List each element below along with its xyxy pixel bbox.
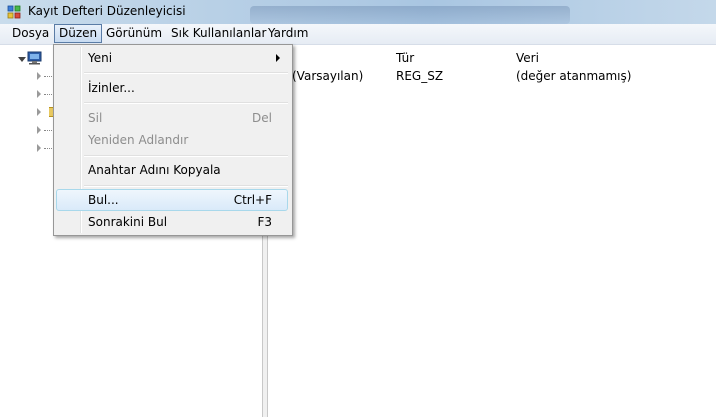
value-type: REG_SZ [396, 69, 444, 83]
menu-item-shortcut: Del [252, 111, 272, 125]
menu-item-rename: Yeniden Adlandır [56, 129, 288, 151]
menu-item-find-next[interactable]: Sonrakini Bul F3 [56, 211, 288, 233]
menu-item-label: İzinler... [88, 81, 135, 95]
expand-arrow-icon[interactable] [37, 90, 41, 98]
menu-separator [84, 185, 288, 187]
computer-icon[interactable] [26, 51, 44, 65]
menu-view[interactable]: Görünüm [102, 25, 166, 42]
column-header-type[interactable]: Tür [396, 51, 414, 65]
menu-edit[interactable]: Düzen [54, 24, 103, 43]
collapse-arrow-icon[interactable] [18, 57, 26, 62]
title-bar[interactable]: Kayıt Defteri Düzenleyicisi [0, 0, 716, 24]
registry-editor-icon[interactable] [6, 4, 22, 20]
menu-item-label: Yeni [88, 51, 113, 65]
value-data: (değer atanmamış) [516, 69, 632, 83]
edit-menu-dropdown: Yeni İzinler... Sil Del Yeniden Adlandır… [53, 44, 293, 236]
window-title: Kayıt Defteri Düzenleyicisi [28, 4, 186, 18]
menu-help[interactable]: Yardım [264, 25, 312, 42]
tree-connector [44, 148, 52, 150]
menu-file[interactable]: Dosya [8, 25, 53, 42]
menu-item-copy-key-name[interactable]: Anahtar Adını Kopyala [56, 159, 288, 181]
title-bar-glass [250, 6, 570, 24]
submenu-arrow-icon [276, 54, 280, 62]
menu-separator [84, 72, 288, 74]
expand-arrow-icon[interactable] [37, 108, 41, 116]
menu-separator [84, 102, 288, 104]
menu-separator [84, 155, 288, 157]
menu-item-label: Anahtar Adını Kopyala [88, 163, 221, 177]
expand-arrow-icon[interactable] [37, 144, 41, 152]
menu-item-find[interactable]: Bul... Ctrl+F [56, 189, 288, 211]
menu-item-permissions[interactable]: İzinler... [56, 77, 288, 99]
expand-arrow-icon[interactable] [37, 126, 41, 134]
menu-item-label: Bul... [88, 193, 119, 207]
menu-item-label: Sil [88, 111, 103, 125]
menu-bar: Dosya Düzen Görünüm Sık Kullanılanlar Ya… [0, 24, 716, 45]
registry-editor-window: Kayıt Defteri Düzenleyicisi Dosya Düzen … [0, 0, 716, 417]
menu-item-shortcut: F3 [257, 215, 272, 229]
tree-connector [44, 76, 52, 78]
column-header-data[interactable]: Veri [516, 51, 539, 65]
menu-item-delete: Sil Del [56, 107, 288, 129]
menu-item-new[interactable]: Yeni [56, 47, 288, 69]
menu-item-label: Yeniden Adlandır [88, 133, 189, 147]
menu-item-label: Sonrakini Bul [88, 215, 168, 229]
menu-favorites[interactable]: Sık Kullanılanlar [167, 25, 270, 42]
tree-connector [44, 130, 52, 132]
menu-item-shortcut: Ctrl+F [233, 193, 272, 207]
tree-connector [44, 94, 52, 96]
expand-arrow-icon[interactable] [37, 72, 41, 80]
values-list[interactable]: Tür Veri (Varsayılan) REG_SZ (değer atan… [268, 45, 716, 417]
value-name: (Varsayılan) [292, 69, 364, 83]
